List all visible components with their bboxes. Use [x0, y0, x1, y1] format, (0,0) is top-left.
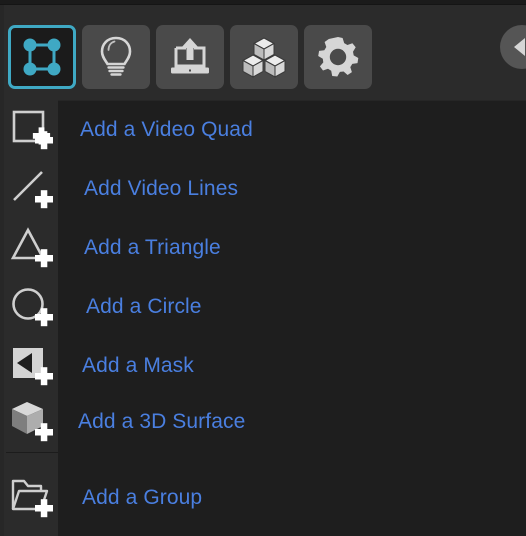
- menu-item-label: Add a Group: [82, 486, 203, 509]
- cubes-icon: [241, 36, 287, 78]
- menu-item-label: Add a Mask: [82, 354, 194, 377]
- settings-tool-button[interactable]: [304, 25, 372, 89]
- menu-item-label: Add a Video Quad: [80, 118, 253, 141]
- add-3d-surface-icon: [10, 400, 54, 444]
- menu-item-label: Add a Circle: [86, 295, 202, 318]
- menu-item-add-triangle[interactable]: Add a Triangle: [0, 218, 526, 277]
- toolbar-left-edge: [0, 5, 4, 100]
- menu-item-label: Add a Triangle: [84, 236, 221, 259]
- lightbulb-icon: [96, 35, 136, 79]
- add-triangle-icon: [10, 226, 54, 270]
- add-object-panel: Add a Video Quad Add Video Lines Add a T…: [0, 0, 526, 536]
- add-mask-icon: [10, 344, 54, 388]
- output-tool-button[interactable]: [156, 25, 224, 89]
- add-video-lines-icon: [10, 167, 54, 211]
- menu-item-add-3d-surface[interactable]: Add a 3D Surface: [0, 392, 526, 451]
- menu-item-add-video-quad[interactable]: Add a Video Quad: [0, 100, 526, 159]
- menu-item-label: Add a 3D Surface: [78, 410, 246, 433]
- menu-item-label: Add Video Lines: [84, 177, 239, 200]
- gear-icon: [316, 35, 360, 79]
- chevron-left-icon: [513, 38, 525, 56]
- menu-item-add-group[interactable]: Add a Group: [0, 468, 526, 527]
- collapse-panel-button[interactable]: [500, 25, 526, 69]
- menu-item-add-circle[interactable]: Add a Circle: [0, 277, 526, 336]
- menu-separator: [6, 452, 58, 453]
- add-video-quad-icon: [10, 108, 54, 152]
- menu-item-add-mask[interactable]: Add a Mask: [0, 336, 526, 395]
- menu-item-add-video-lines[interactable]: Add Video Lines: [0, 159, 526, 218]
- transform-tool-button[interactable]: [8, 25, 76, 89]
- lights-tool-button[interactable]: [82, 25, 150, 89]
- modules-tool-button[interactable]: [230, 25, 298, 89]
- add-circle-icon: [10, 285, 54, 329]
- add-object-menu: Add a Video Quad Add Video Lines Add a T…: [0, 100, 526, 536]
- main-toolbar: [0, 5, 526, 100]
- quad-handles-icon: [21, 36, 63, 78]
- laptop-upload-icon: [168, 36, 212, 78]
- add-group-icon: [10, 476, 54, 520]
